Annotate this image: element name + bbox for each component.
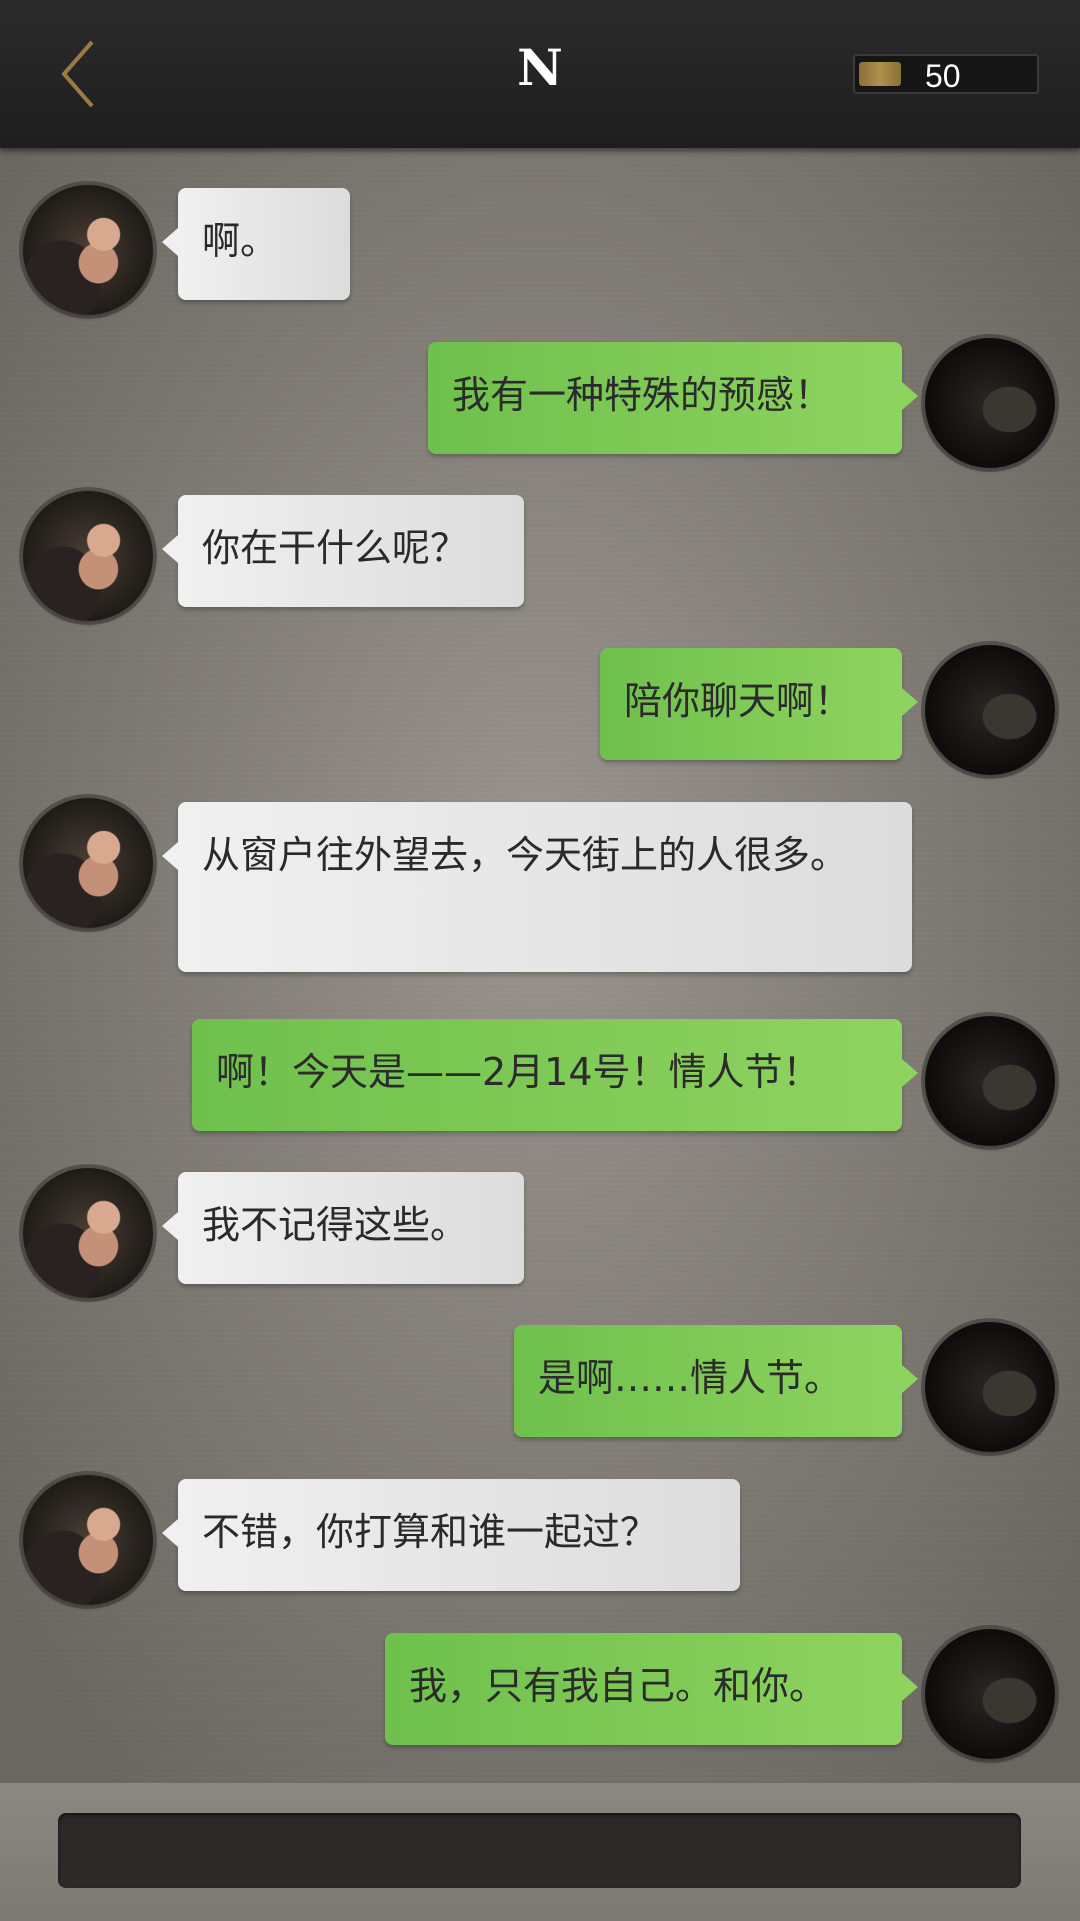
contact-avatar[interactable] xyxy=(23,491,153,621)
message-bubble-sent: 我，只有我自己。和你。 xyxy=(385,1633,918,1745)
message-bubble-sent: 我有一种特殊的预感！ xyxy=(428,342,918,454)
user-avatar[interactable] xyxy=(925,645,1055,775)
message-bubble-received: 不错，你打算和谁一起过？ xyxy=(162,1479,740,1591)
contact-avatar[interactable] xyxy=(23,1168,153,1298)
user-avatar[interactable] xyxy=(925,1629,1055,1759)
coin-counter: 50 xyxy=(853,54,1039,94)
user-avatar[interactable] xyxy=(925,1016,1055,1146)
message-bubble-sent: 是啊……情人节。 xyxy=(514,1325,918,1437)
coin-count: 50 xyxy=(925,58,961,94)
contact-avatar[interactable] xyxy=(23,1475,153,1605)
input-bar xyxy=(0,1782,1080,1921)
message-input[interactable] xyxy=(58,1813,1021,1888)
message-bubble-received: 啊。 xyxy=(162,188,350,300)
chat-area[interactable]: 啊。 我有一种特殊的预感！ 你在干什么呢？ 陪你聊天啊！ 从窗户往外望去，今天街… xyxy=(0,148,1080,1782)
message-bubble-sent: 啊！今天是——2月14号！情人节！ xyxy=(192,1019,918,1131)
top-bar: N 50 xyxy=(0,0,1080,148)
contact-avatar[interactable] xyxy=(23,185,153,315)
user-avatar[interactable] xyxy=(925,338,1055,468)
message-bubble-sent: 陪你聊天啊！ xyxy=(600,648,918,760)
user-avatar[interactable] xyxy=(925,1322,1055,1452)
contact-avatar[interactable] xyxy=(23,798,153,928)
coin-icon xyxy=(859,62,901,86)
message-bubble-received: 我不记得这些。 xyxy=(162,1172,524,1284)
message-bubble-received: 你在干什么呢？ xyxy=(162,495,524,607)
message-bubble-received: 从窗户往外望去，今天街上的人很多。 xyxy=(162,802,912,972)
